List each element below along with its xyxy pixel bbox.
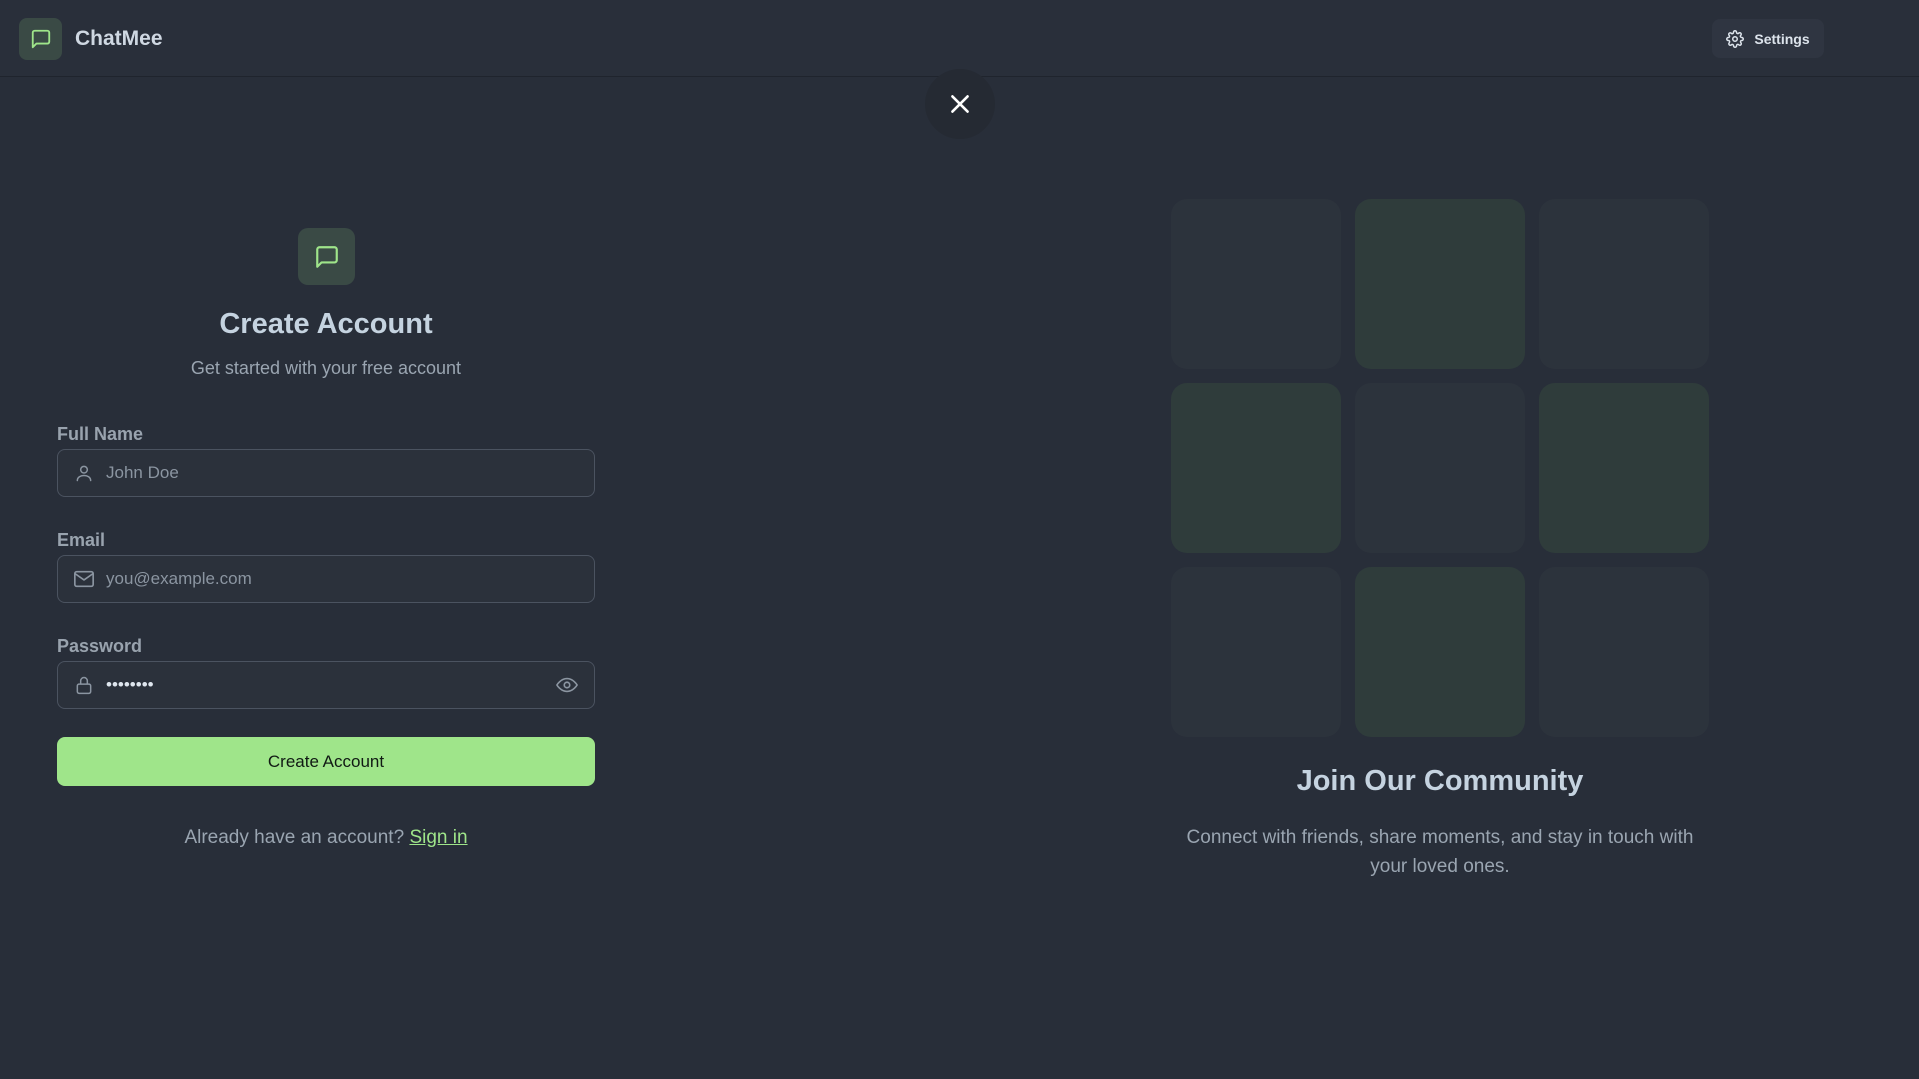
grid-tile (1171, 199, 1341, 369)
password-field[interactable] (57, 661, 595, 709)
password-label: Password (57, 636, 143, 656)
full-name-label: Full Name (57, 424, 144, 444)
gear-icon (1726, 29, 1745, 48)
user-icon (72, 461, 96, 485)
tile-grid (1171, 199, 1709, 737)
top-bar: ChatMee Settings (0, 0, 1919, 77)
full-name-field[interactable] (57, 449, 595, 497)
grid-tile (1355, 383, 1525, 553)
grid-tile (1171, 567, 1341, 737)
brand[interactable]: ChatMee (19, 18, 163, 60)
signin-prompt: Already have an account? (184, 827, 405, 848)
community-title: Join Our Community (1296, 765, 1584, 797)
eye-icon[interactable] (554, 672, 580, 698)
grid-tile (1171, 383, 1341, 553)
close-button[interactable] (925, 69, 995, 139)
grid-tile (1539, 383, 1709, 553)
settings-button[interactable]: Settings (1712, 19, 1824, 58)
settings-label: Settings (1754, 30, 1810, 47)
signin-row: Already have an account? Sign in (57, 827, 595, 849)
close-icon (947, 91, 973, 117)
mail-icon (72, 567, 96, 591)
grid-tile (1539, 199, 1709, 369)
grid-tile (1355, 199, 1525, 369)
chat-bubble-icon (19, 18, 62, 60)
grid-tile (1355, 567, 1525, 737)
form-subtitle: Get started with your free account (190, 358, 462, 378)
email-field[interactable] (57, 555, 595, 603)
password-input[interactable] (106, 675, 554, 695)
email-label: Email (57, 530, 106, 550)
chat-bubble-icon (298, 228, 355, 285)
create-account-button[interactable]: Create Account (57, 737, 595, 786)
lock-icon (72, 673, 96, 697)
full-name-input[interactable] (106, 463, 594, 483)
form-title: Create Account (219, 308, 433, 340)
grid-tile (1539, 567, 1709, 737)
brand-name: ChatMee (75, 27, 163, 50)
email-input[interactable] (106, 569, 594, 589)
sign-in-link[interactable]: Sign in (409, 827, 467, 848)
community-text: Connect with friends, share moments, and… (1186, 827, 1694, 877)
